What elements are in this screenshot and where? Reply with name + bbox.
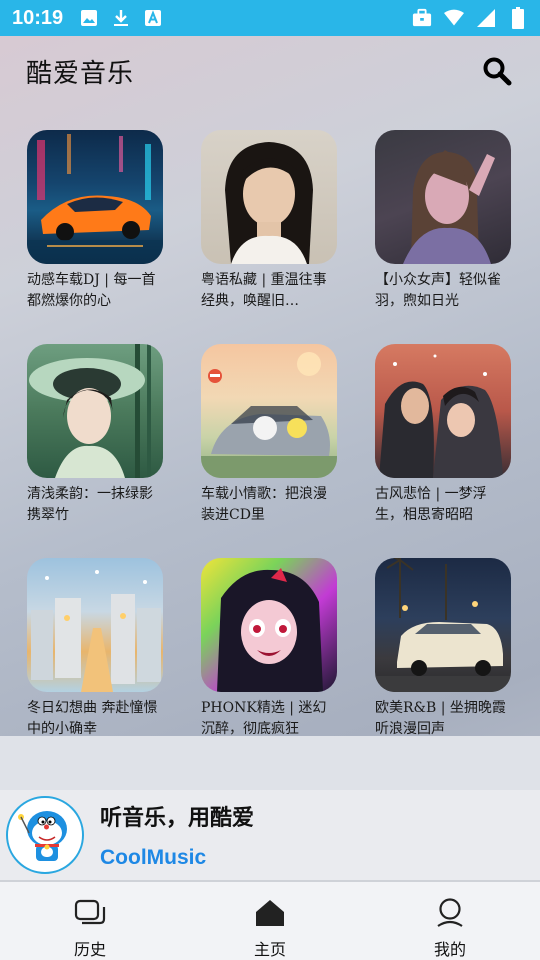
nav-label-profile: 我的	[433, 940, 466, 959]
playlist-cover	[27, 344, 163, 478]
promo-banner: 听音乐，用酷爱 CoolMusic	[0, 790, 540, 880]
wifi-icon	[444, 8, 464, 28]
bottom-nav: 历史 主页 我的	[0, 880, 540, 960]
playlist-title: 动感车载DJ | 每一首都燃爆你的心	[27, 272, 156, 309]
search-button[interactable]	[480, 54, 514, 88]
nav-item-profile[interactable]: 我的	[360, 882, 540, 960]
playlist-card[interactable]: 欧美R&B | 坐拥晚霞听浪漫回声	[375, 558, 511, 736]
brand-name: CoolMusic	[100, 846, 207, 869]
playlist-title: 车载小情歌：把浪漫装进CD里	[201, 486, 327, 523]
image-icon	[79, 8, 99, 28]
playlist-card[interactable]: 动感车载DJ | 每一首都燃爆你的心	[27, 130, 163, 312]
history-icon	[73, 896, 107, 930]
playlist-title: 欧美R&B | 坐拥晚霞听浪漫回声	[375, 700, 506, 736]
playlist-cover	[201, 558, 337, 692]
playlist-card[interactable]: PHONK精选 | 迷幻沉醉，彻底疯狂	[201, 558, 337, 736]
playlist-title: 古风悲恰 | 一梦浮生，相思寄昭昭	[375, 486, 487, 523]
playlist-cover	[201, 130, 337, 264]
battery-icon	[508, 7, 528, 29]
playlist-title: PHONK精选 | 迷幻沉醉，彻底疯狂	[201, 700, 327, 736]
playlist-cover	[375, 344, 511, 478]
playlist-title: 清浅柔韵：一抹绿影携翠竹	[27, 486, 153, 523]
search-icon	[483, 57, 512, 86]
playlist-card[interactable]: 清浅柔韵：一抹绿影携翠竹	[27, 344, 163, 526]
download-icon	[111, 8, 131, 28]
playlist-cover	[375, 558, 511, 692]
app-title: 酷爱音乐	[26, 58, 135, 89]
playlist-card[interactable]: 古风悲恰 | 一梦浮生，相思寄昭昭	[375, 344, 511, 526]
profile-icon	[433, 896, 467, 930]
playlist-title: 粤语私藏 | 重温往事经典，唤醒旧…	[201, 272, 327, 309]
playlist-title: 冬日幻想曲 奔赴憧憬中的小确幸	[27, 700, 158, 736]
nav-item-home[interactable]: 主页	[180, 882, 360, 960]
doraemon-avatar	[6, 796, 84, 874]
promo-slogan: 听音乐，用酷爱	[100, 806, 255, 831]
nav-label-home: 主页	[253, 940, 286, 959]
app-header: 酷爱音乐	[0, 36, 540, 106]
status-time: 10:19	[12, 6, 64, 29]
section-divider	[0, 736, 540, 790]
playlist-cover	[27, 558, 163, 692]
home-icon	[253, 896, 287, 930]
nav-item-history[interactable]: 历史	[0, 882, 180, 960]
playlist-cover	[375, 130, 511, 264]
nav-label-history: 历史	[73, 940, 106, 959]
playlist-title: 【小众女声】轻似雀羽，煦如日光	[375, 272, 501, 309]
briefcase-icon	[412, 8, 432, 28]
playlist-cover	[201, 344, 337, 478]
font-icon	[143, 8, 163, 28]
signal-icon	[476, 8, 496, 28]
playlist-cover	[27, 130, 163, 264]
playlist-grid: 动感车载DJ | 每一首都燃爆你的心 粤语私藏 | 重温往事经典，唤醒旧… 【小	[0, 106, 540, 736]
playlist-card[interactable]: 粤语私藏 | 重温往事经典，唤醒旧…	[201, 130, 337, 312]
status-bar: 10:19	[0, 0, 540, 36]
playlist-card[interactable]: 【小众女声】轻似雀羽，煦如日光	[375, 130, 511, 312]
playlist-card[interactable]: 冬日幻想曲 奔赴憧憬中的小确幸	[27, 558, 163, 736]
playlist-card[interactable]: 车载小情歌：把浪漫装进CD里	[201, 344, 337, 526]
